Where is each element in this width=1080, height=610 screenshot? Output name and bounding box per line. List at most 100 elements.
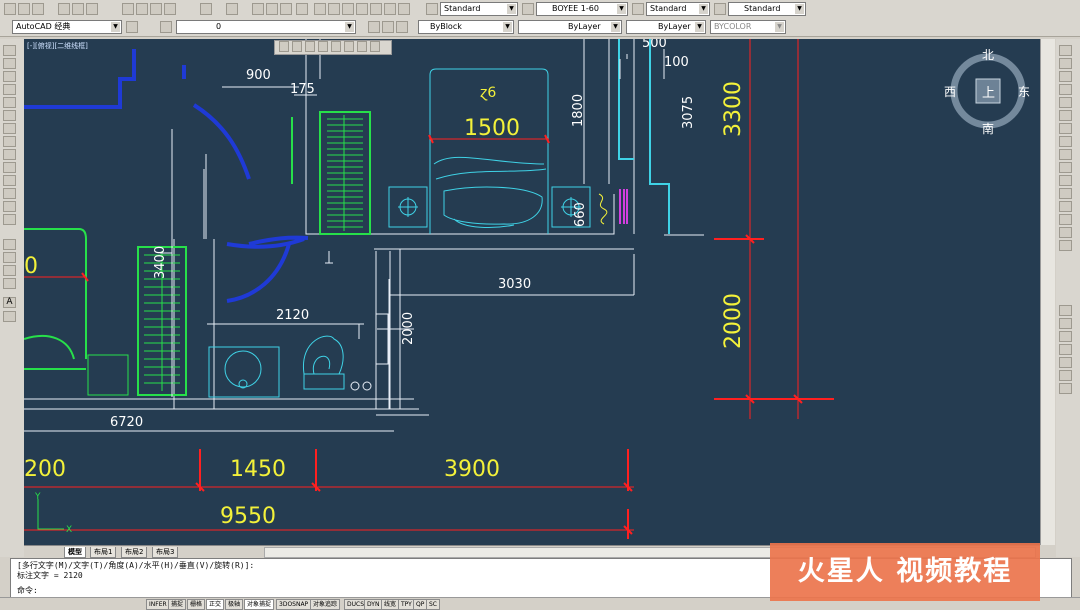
point-icon[interactable] — [3, 214, 16, 225]
plotstyle-select[interactable]: BYCOLOR ▼ — [710, 20, 786, 34]
copy-object-icon[interactable] — [1059, 58, 1072, 69]
copy-icon[interactable] — [136, 3, 148, 15]
send-under-icon[interactable] — [1059, 357, 1072, 368]
workspace-settings-icon[interactable] — [126, 21, 138, 33]
break-icon[interactable] — [1059, 188, 1072, 199]
add-selected-icon[interactable] — [3, 311, 16, 322]
paste-icon[interactable] — [150, 3, 162, 15]
undo-icon[interactable] — [200, 3, 212, 15]
layer-properties-icon[interactable] — [160, 21, 172, 33]
array-icon[interactable] — [1059, 97, 1072, 108]
mleader-style-select[interactable]: Standard ▼ — [728, 2, 806, 16]
join-icon[interactable] — [1059, 201, 1072, 212]
open-icon[interactable] — [18, 3, 30, 15]
fillet-icon[interactable] — [1059, 227, 1072, 238]
zoom-center-icon[interactable] — [318, 41, 328, 52]
zoom-all-icon[interactable] — [370, 41, 380, 52]
make-block-icon[interactable] — [3, 201, 16, 212]
status-polar[interactable]: 极轴 — [225, 599, 244, 610]
rotate-icon[interactable] — [1059, 123, 1072, 134]
hatch-icon[interactable] — [3, 239, 16, 250]
text-style-select[interactable]: Standard ▼ — [440, 2, 518, 16]
save-icon[interactable] — [32, 3, 44, 15]
quickcalc-icon[interactable] — [384, 3, 396, 15]
designcenter-icon[interactable] — [328, 3, 340, 15]
mtext-icon[interactable]: A — [3, 297, 16, 308]
table-icon[interactable] — [3, 278, 16, 289]
lineweight-select[interactable]: ByLayer ▼ — [626, 20, 706, 34]
ellipse-arc-icon[interactable] — [3, 175, 16, 186]
mleader-style-icon[interactable] — [714, 3, 726, 15]
gradient-icon[interactable] — [3, 252, 16, 263]
polyline-icon[interactable] — [3, 71, 16, 82]
matchprop-icon[interactable] — [164, 3, 176, 15]
text-style-icon[interactable] — [426, 3, 438, 15]
workspace-select[interactable]: AutoCAD 经典 ▼ — [12, 20, 122, 34]
offset-icon[interactable] — [1059, 84, 1072, 95]
layer-state-icon[interactable] — [396, 21, 408, 33]
status-osnap[interactable]: 对象捕捉 — [244, 599, 275, 610]
draworder-icon[interactable] — [1059, 305, 1072, 316]
linetype-select[interactable]: ByLayer ▼ — [518, 20, 622, 34]
cut-icon[interactable] — [122, 3, 134, 15]
status-infer[interactable]: INFER — [146, 599, 170, 610]
status-3dosnap[interactable]: 3DOSNAP — [276, 599, 312, 610]
insert-block-icon[interactable] — [3, 188, 16, 199]
sheetset-icon[interactable] — [356, 3, 368, 15]
text-front-icon[interactable] — [1059, 370, 1072, 381]
color-select[interactable]: ByBlock ▼ — [418, 20, 514, 34]
revcloud-icon[interactable] — [3, 136, 16, 147]
chamfer-icon[interactable] — [1059, 214, 1072, 225]
zoom-window-icon[interactable] — [280, 3, 292, 15]
vertical-scrollbar[interactable] — [1040, 39, 1055, 545]
tab-layout2[interactable]: 布局2 — [121, 547, 148, 558]
zoom-dynamic-icon[interactable] — [292, 41, 302, 52]
properties-icon[interactable] — [314, 3, 326, 15]
erase-icon[interactable] — [1059, 45, 1072, 56]
publish-icon[interactable] — [86, 3, 98, 15]
zoom-realtime-icon[interactable] — [266, 3, 278, 15]
spline-icon[interactable] — [3, 149, 16, 160]
explode-icon[interactable] — [1059, 240, 1072, 251]
polygon-icon[interactable] — [3, 84, 16, 95]
zoom-previous-icon[interactable] — [296, 3, 308, 15]
command-prompt[interactable]: 命令: — [17, 586, 38, 596]
stretch-icon[interactable] — [1059, 149, 1072, 160]
plot-icon[interactable] — [58, 3, 70, 15]
layer-previous-icon[interactable] — [382, 21, 394, 33]
mirror-icon[interactable] — [1059, 71, 1072, 82]
status-ortho[interactable]: 正交 — [206, 599, 225, 610]
bring-front-icon[interactable] — [1059, 318, 1072, 329]
ellipse-icon[interactable] — [3, 162, 16, 173]
status-snap[interactable]: 捕捉 — [168, 599, 187, 610]
help-icon[interactable] — [398, 3, 410, 15]
status-otrack[interactable]: 对象追踪 — [310, 599, 341, 610]
tab-layout3[interactable]: 布局3 — [152, 547, 179, 558]
zoom-in-icon[interactable] — [344, 41, 354, 52]
tab-layout1[interactable]: 布局1 — [90, 547, 117, 558]
new-icon[interactable] — [4, 3, 16, 15]
dim-style-select[interactable]: BOYEE 1-60 ▼ — [536, 2, 628, 16]
region-icon[interactable] — [3, 265, 16, 276]
line-icon[interactable] — [3, 45, 16, 56]
bring-above-icon[interactable] — [1059, 344, 1072, 355]
status-lwt[interactable]: 线宽 — [381, 599, 400, 610]
construction-line-icon[interactable] — [3, 58, 16, 69]
dim-style-icon[interactable] — [522, 3, 534, 15]
viewcube[interactable]: 北 南 西 东 上 — [944, 48, 1030, 136]
layer-select[interactable]: 0 ▼ — [176, 20, 356, 34]
redo-icon[interactable] — [226, 3, 238, 15]
markup-icon[interactable] — [370, 3, 382, 15]
hatch-back-icon[interactable] — [1059, 383, 1072, 394]
status-grid[interactable]: 栅格 — [187, 599, 206, 610]
zoom-scale-icon[interactable] — [305, 41, 315, 52]
arc-icon[interactable] — [3, 110, 16, 121]
status-sc[interactable]: SC — [426, 599, 440, 610]
status-dyn[interactable]: DYN — [364, 599, 383, 610]
trim-icon[interactable] — [1059, 162, 1072, 173]
rectangle-icon[interactable] — [3, 97, 16, 108]
zoom-out-icon[interactable] — [357, 41, 367, 52]
make-current-icon[interactable] — [368, 21, 380, 33]
extend-icon[interactable] — [1059, 175, 1072, 186]
table-style-icon[interactable] — [632, 3, 644, 15]
